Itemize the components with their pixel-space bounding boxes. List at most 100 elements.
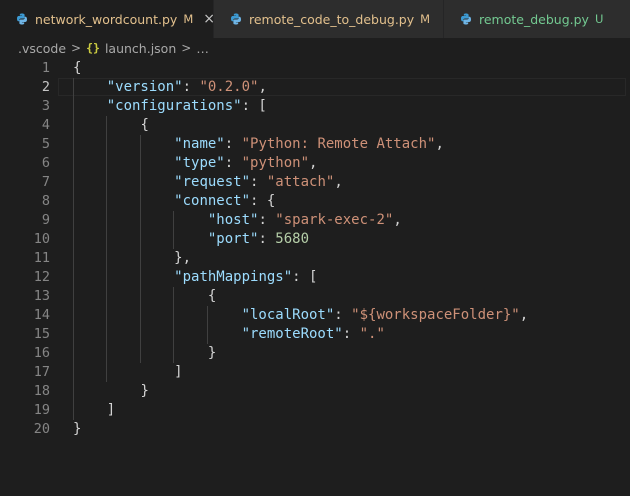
punctuation: : [334,307,352,323]
tab-remote-code-to-debug[interactable]: remote_code_to_debug.py M [214,0,444,38]
punctuation: } [140,383,149,399]
code-line: "remoteRoot": "." [73,325,528,344]
breadcrumb-symbols[interactable]: … [196,41,209,56]
punctuation: : [224,136,242,152]
line-number: 8 [41,193,50,209]
punctuation: { [73,60,82,76]
json-string: "attach" [266,174,335,190]
json-key: "remoteRoot" [241,326,343,342]
line-number: 16 [33,345,50,361]
line-number: 14 [33,307,50,323]
punctuation: : [ [292,269,318,285]
line-number: 4 [41,117,50,133]
json-string: "${workspaceFolder}" [351,307,520,323]
code-line: "type": "python", [73,154,528,173]
code-line: "name": "Python: Remote Attach", [73,135,528,154]
code-line: { [73,59,528,78]
json-key: "configurations" [106,98,242,114]
code-line: }, [73,249,528,268]
code-line: "version": "0.2.0", [73,78,528,97]
code-line: "port": 5680 [73,230,528,249]
punctuation: : [258,231,276,247]
json-key: "host" [207,212,259,228]
line-number: 15 [33,326,50,342]
line-number: 9 [41,212,50,228]
punctuation: , [435,136,444,152]
punctuation: ] [106,402,116,418]
json-string: "python" [241,155,310,171]
code-line: "host": "spark-exec-2", [73,211,528,230]
breadcrumb-file[interactable]: launch.json [105,41,176,56]
modified-badge: M [183,12,194,26]
line-number: 20 [33,421,50,437]
json-string: "." [359,326,385,342]
line-number: 10 [33,231,50,247]
punctuation: : [ [241,98,267,114]
code-line: "localRoot": "${workspaceFolder}", [73,306,529,325]
json-key: "request" [174,174,251,190]
punctuation: }, [174,250,192,266]
json-string: "0.2.0" [199,79,259,95]
punctuation: } [207,345,217,361]
json-string: "spark-exec-2" [275,212,394,228]
punctuation: , [519,307,529,323]
code-line: } [73,420,528,439]
code-line: "pathMappings": [ [73,268,528,287]
line-number: 12 [33,269,50,285]
json-file-icon: {} [86,41,100,55]
python-file-icon [461,13,471,25]
punctuation: : [224,155,242,171]
breadcrumb: .vscode > {} launch.json > … [0,38,630,58]
json-key: "name" [174,136,225,152]
punctuation: , [309,155,318,171]
json-key: "connect" [174,193,251,209]
python-file-icon [231,13,241,25]
code-line: ] [73,401,528,420]
tab-filename: remote_code_to_debug.py [249,11,415,27]
code-line: "request": "attach", [73,173,528,192]
modified-badge: M [420,12,431,26]
line-number: 19 [33,402,50,418]
line-number: 6 [41,155,50,171]
tab-remote-debug[interactable]: remote_debug.py U [444,0,630,38]
code-line: } [73,382,528,401]
line-number: 13 [33,288,50,304]
line-number: 2 [41,79,50,95]
code-line: { [73,116,528,135]
punctuation: : [258,212,276,228]
tab-network-wordcount[interactable]: network_wordcount.py M × [0,0,215,38]
code-line: "connect": { [73,192,528,211]
code-line: { [73,287,528,306]
json-key: "pathMappings" [174,269,293,285]
punctuation: : [182,79,200,95]
line-number: 18 [33,383,50,399]
line-number: 1 [41,60,50,76]
punctuation: } [73,421,82,437]
punctuation: , [258,79,267,95]
json-key: "localRoot" [241,307,335,323]
line-number: 11 [33,250,50,266]
code-content: { "version": "0.2.0", "configurations": … [73,59,528,439]
breadcrumb-folder[interactable]: .vscode [18,41,66,56]
line-number: 17 [33,364,50,380]
code-editor[interactable]: 1 2 3 4 5 6 7 8 9 10 11 12 13 14 15 16 1… [0,59,630,496]
punctuation: : [250,174,267,190]
python-file-icon [17,13,27,25]
json-number: 5680 [275,231,310,247]
tab-filename: remote_debug.py [479,11,589,27]
punctuation: : [342,326,360,342]
line-number-gutter: 1 2 3 4 5 6 7 8 9 10 11 12 13 14 15 16 1… [0,59,50,439]
editor-tab-bar: network_wordcount.py M × remote_code_to_… [0,0,630,38]
json-key: "type" [174,155,225,171]
punctuation: { [140,117,149,133]
chevron-right-icon: > [71,41,82,55]
punctuation: , [393,212,402,228]
code-line: } [73,344,528,363]
punctuation: , [334,174,343,190]
chevron-right-icon: > [181,41,192,55]
punctuation: { [207,288,217,304]
json-key: "port" [207,231,259,247]
line-number: 5 [41,136,50,152]
tab-filename: network_wordcount.py [35,11,178,27]
json-key: "version" [106,79,183,95]
